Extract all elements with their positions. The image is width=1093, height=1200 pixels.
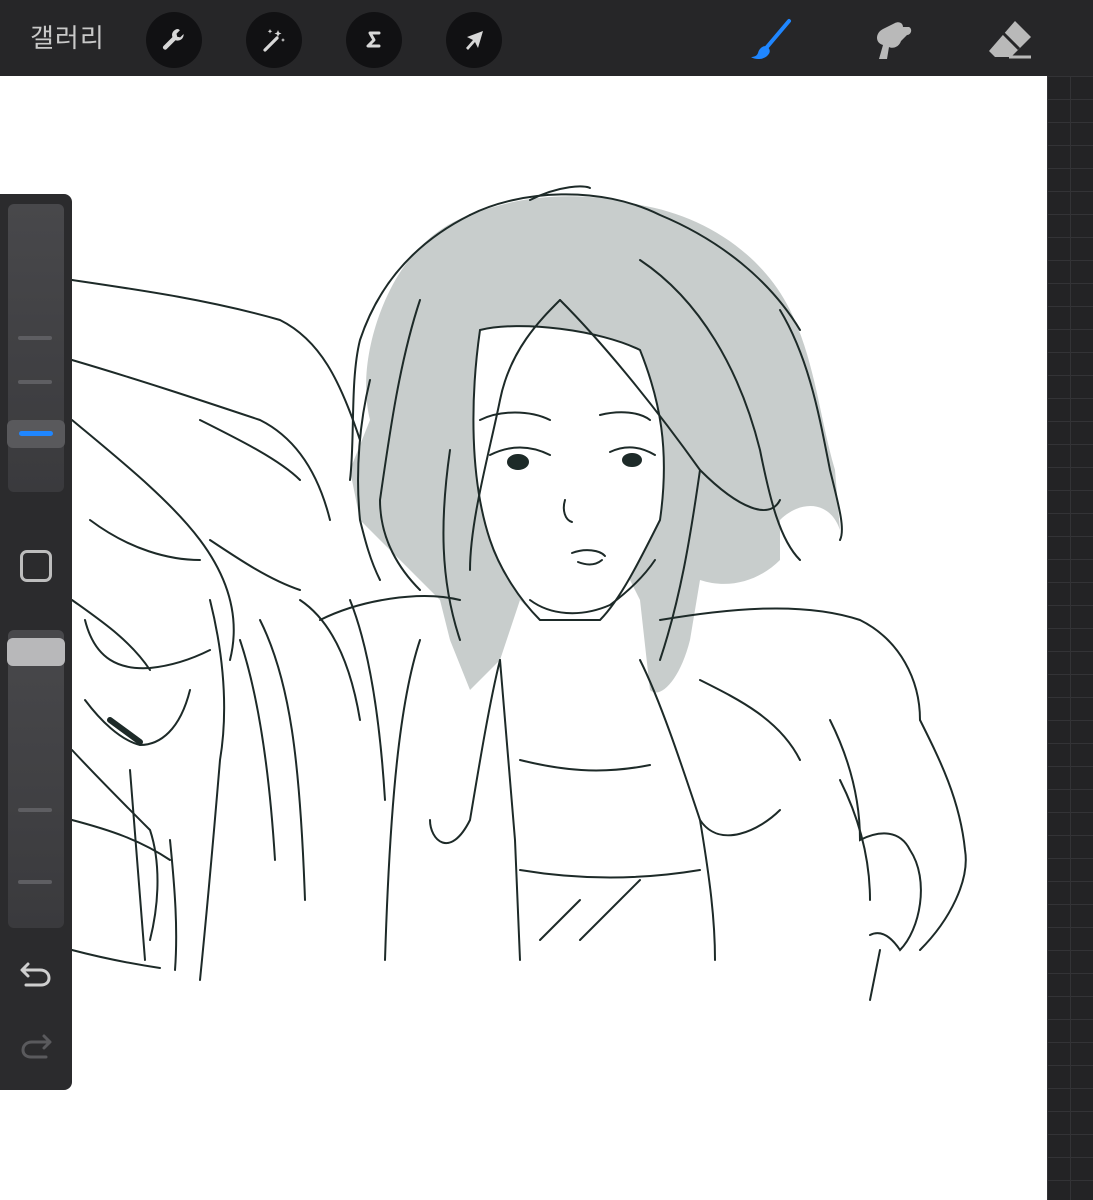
- slider-tick: [18, 336, 52, 340]
- brush-size-indicator: [19, 431, 53, 436]
- slider-tick: [18, 808, 52, 812]
- opacity-thumb[interactable]: [7, 638, 65, 666]
- gallery-button[interactable]: 갤러리: [30, 18, 105, 55]
- slider-tick: [18, 880, 52, 884]
- smudge-finger-icon: [877, 22, 912, 59]
- brush-tool-button[interactable]: [742, 12, 798, 68]
- arrow-cursor-icon: [466, 31, 483, 50]
- magic-wand-icon: [263, 29, 285, 52]
- actions-button[interactable]: [146, 12, 202, 68]
- brush-size-thumb[interactable]: [7, 420, 65, 448]
- workspace-grid: [1047, 76, 1093, 1200]
- slider-tick: [18, 380, 52, 384]
- selection-s-icon: [366, 31, 381, 48]
- brush-size-slider[interactable]: [8, 204, 64, 492]
- top-toolbar: 갤러리: [0, 0, 1093, 76]
- undo-icon[interactable]: [16, 954, 56, 994]
- sketch-artwork: [71, 185, 967, 1001]
- smudge-tool-button[interactable]: [862, 12, 918, 68]
- modify-button[interactable]: [20, 550, 52, 582]
- redo-icon[interactable]: [16, 1026, 56, 1066]
- eraser-icon: [989, 21, 1031, 59]
- eraser-tool-button[interactable]: [982, 12, 1038, 68]
- selection-button[interactable]: [346, 12, 402, 68]
- left-sidebar: [0, 194, 72, 1090]
- wrench-icon: [162, 29, 184, 50]
- brush-icon: [751, 19, 791, 60]
- transform-button[interactable]: [446, 12, 502, 68]
- adjustments-button[interactable]: [246, 12, 302, 68]
- drawing-canvas[interactable]: [0, 76, 1047, 1200]
